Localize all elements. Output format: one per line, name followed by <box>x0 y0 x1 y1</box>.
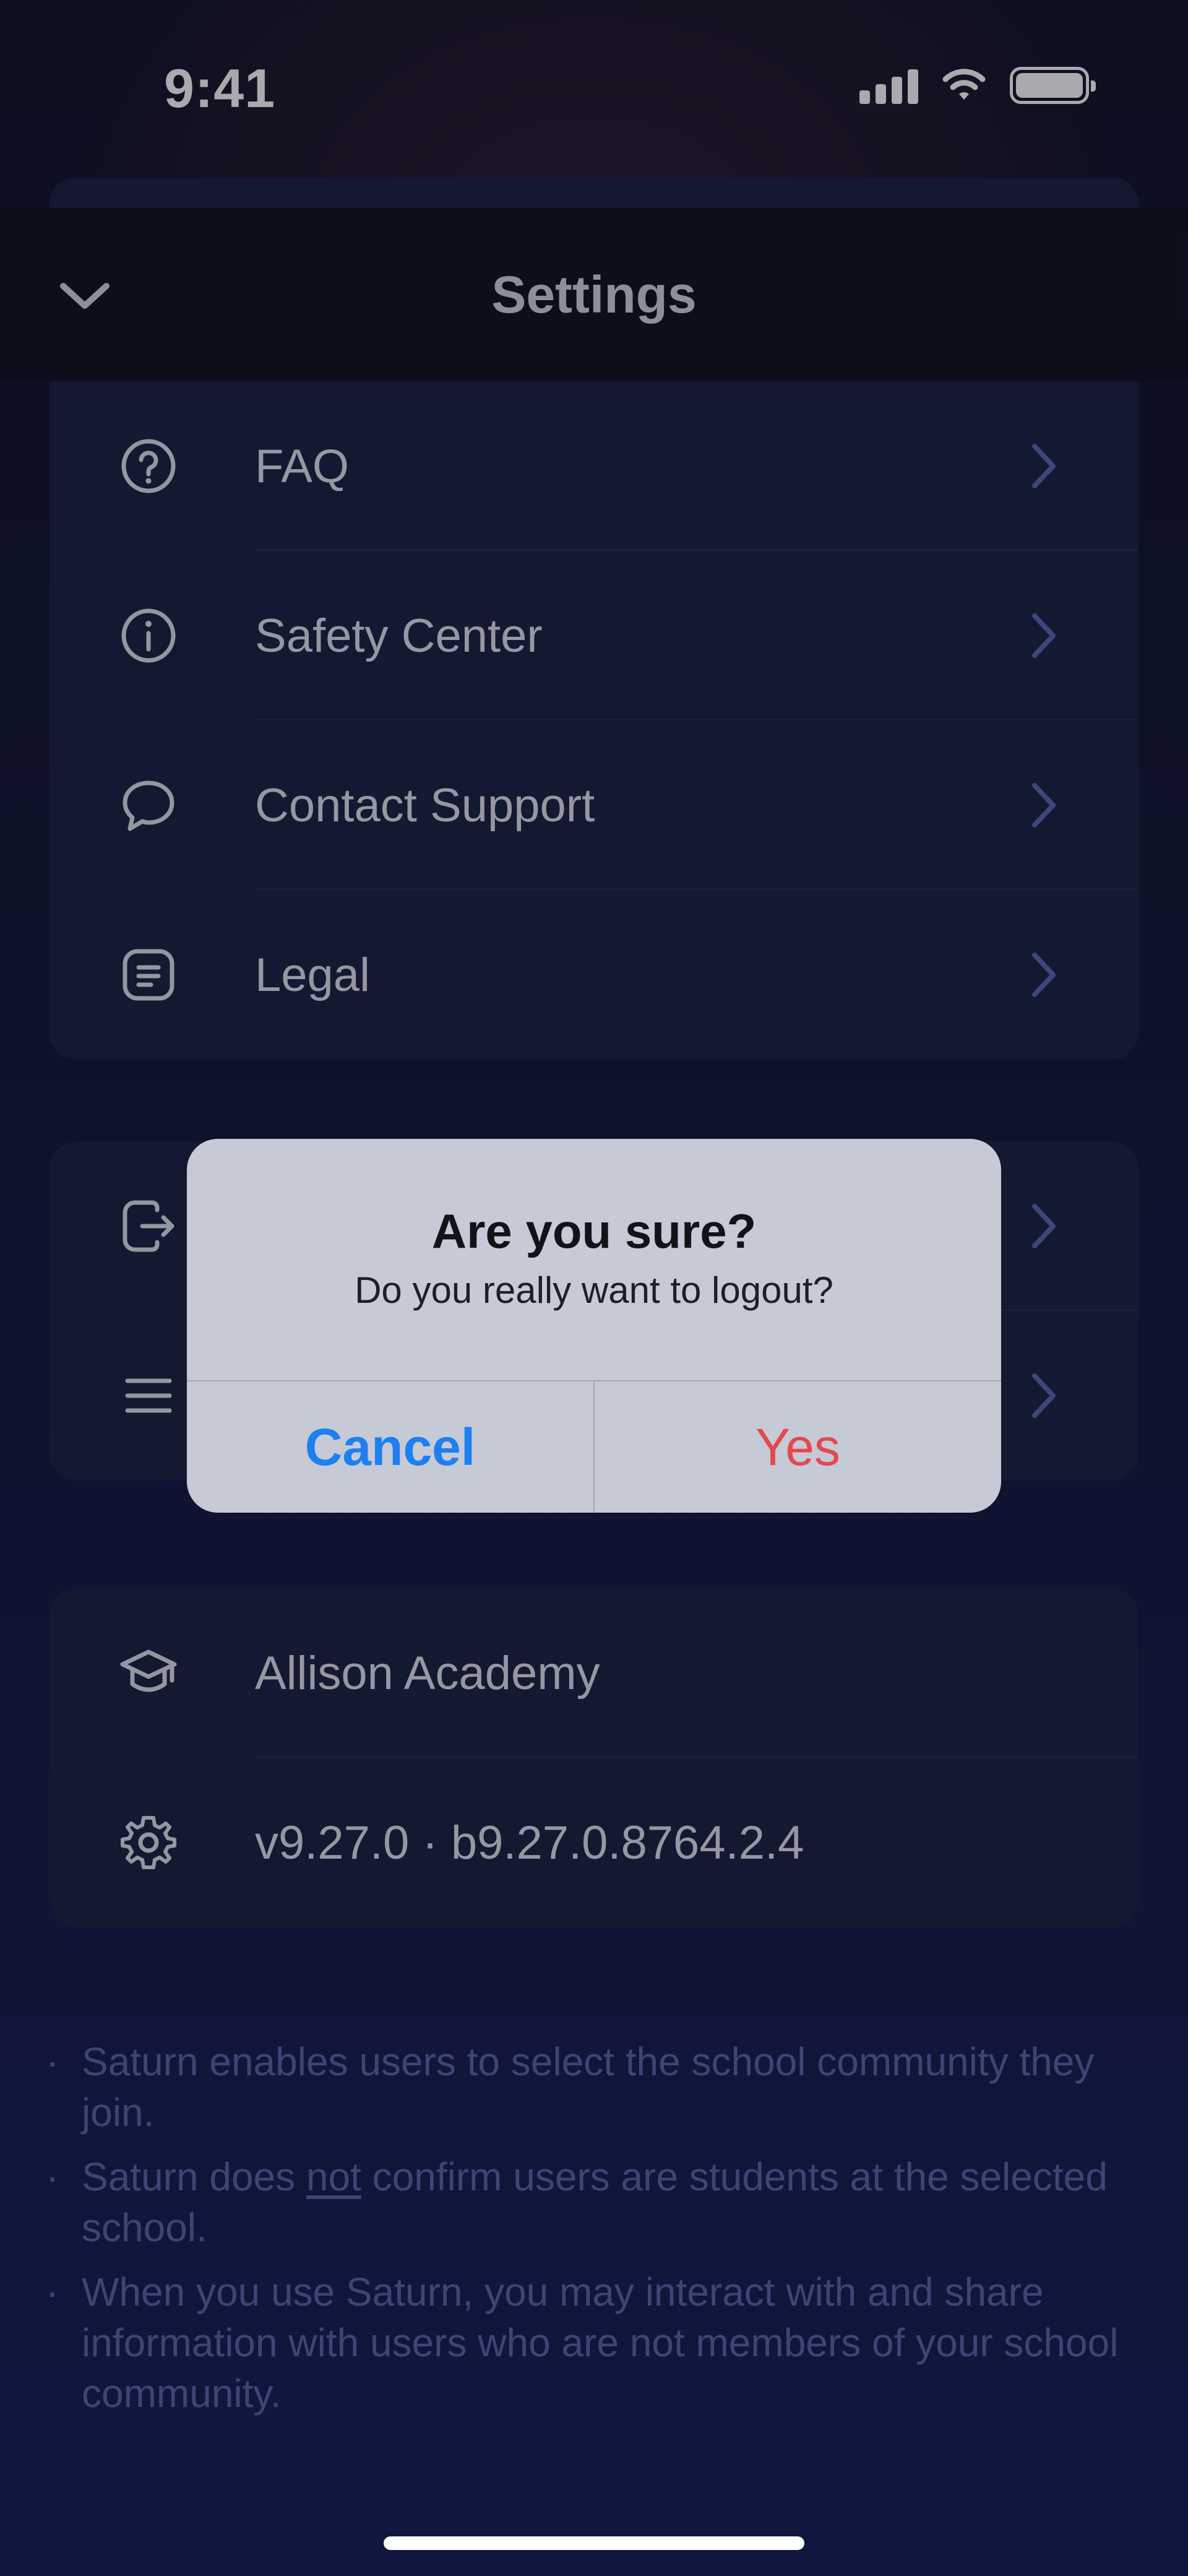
home-indicator[interactable] <box>384 2536 804 2550</box>
confirm-logout-button[interactable]: Yes <box>595 1381 1001 1513</box>
logout-confirm-dialog: Are you sure? Do you really want to logo… <box>187 1139 1001 1513</box>
cancel-button[interactable]: Cancel <box>187 1381 593 1513</box>
dialog-title: Are you sure? <box>431 1204 757 1258</box>
dialog-message: Do you really want to logout? <box>355 1269 833 1311</box>
